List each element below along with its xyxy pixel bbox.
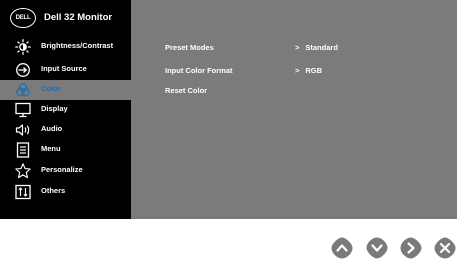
menu-item-label: Display — [41, 104, 68, 113]
brightness-icon — [15, 39, 31, 55]
monitor-osd: DELL Dell 32 Monitor Brightness/Contrast — [0, 0, 457, 219]
submenu-row-label: Reset Color — [165, 86, 208, 95]
button-shape — [366, 237, 388, 259]
input-source-icon — [16, 63, 30, 77]
monitor-model-title: Dell 32 Monitor — [44, 12, 113, 23]
menu-item-others[interactable]: Others — [0, 182, 131, 202]
menu-item-label: Color — [41, 84, 61, 93]
down-button[interactable] — [366, 237, 388, 259]
menu-item-label: Others — [41, 186, 66, 195]
submenu-row-value: > RGB — [295, 66, 322, 75]
input-color-format-value: RGB — [305, 66, 323, 75]
menu-item-audio[interactable]: Audio — [0, 120, 131, 140]
submenu-row-input-color-format[interactable]: Input Color Format > RGB — [165, 66, 322, 78]
menu-icon — [16, 142, 30, 158]
submenu-row-label: Input Color Format — [165, 66, 233, 75]
color-submenu-panel — [131, 0, 457, 219]
up-button[interactable] — [331, 237, 353, 259]
menu-item-label: Input Source — [41, 64, 87, 73]
menu-item-label: Personalize — [41, 165, 83, 174]
submenu-row-label: Preset Modes — [165, 43, 214, 52]
menu-item-label: Audio — [41, 124, 63, 133]
osd-header: DELL Dell 32 Monitor — [0, 0, 131, 36]
preset-mode-value: Standard — [305, 43, 338, 52]
menu-item-display[interactable]: Display — [0, 100, 131, 120]
display-icon — [15, 102, 31, 118]
color-icon — [16, 83, 30, 97]
menu-item-menu[interactable]: Menu — [0, 140, 131, 160]
chevron-right-icon: > — [295, 66, 300, 75]
close-button[interactable] — [434, 237, 456, 259]
button-shape — [400, 237, 422, 259]
submenu-row-preset-modes[interactable]: Preset Modes > Standard — [165, 43, 338, 55]
button-shape — [331, 237, 353, 259]
chevron-right-icon: > — [295, 43, 300, 52]
menu-item-brightness-contrast[interactable]: Brightness/Contrast — [0, 37, 131, 57]
menu-item-input-source[interactable]: Input Source — [0, 60, 131, 80]
audio-icon — [15, 124, 30, 136]
dell-logo: DELL — [10, 8, 36, 28]
menu-item-label: Menu — [41, 144, 61, 153]
others-icon — [15, 184, 31, 200]
menu-item-personalize[interactable]: Personalize — [0, 161, 131, 181]
star-icon — [15, 163, 31, 179]
menu-item-label: Brightness/Contrast — [41, 41, 114, 50]
menu-item-color[interactable]: Color — [0, 80, 131, 100]
submenu-row-value: > Standard — [295, 43, 338, 52]
right-button[interactable] — [400, 237, 422, 259]
osd-sidebar: DELL Dell 32 Monitor Brightness/Contrast — [0, 0, 131, 219]
submenu-row-reset-color[interactable]: Reset Color — [165, 86, 207, 98]
